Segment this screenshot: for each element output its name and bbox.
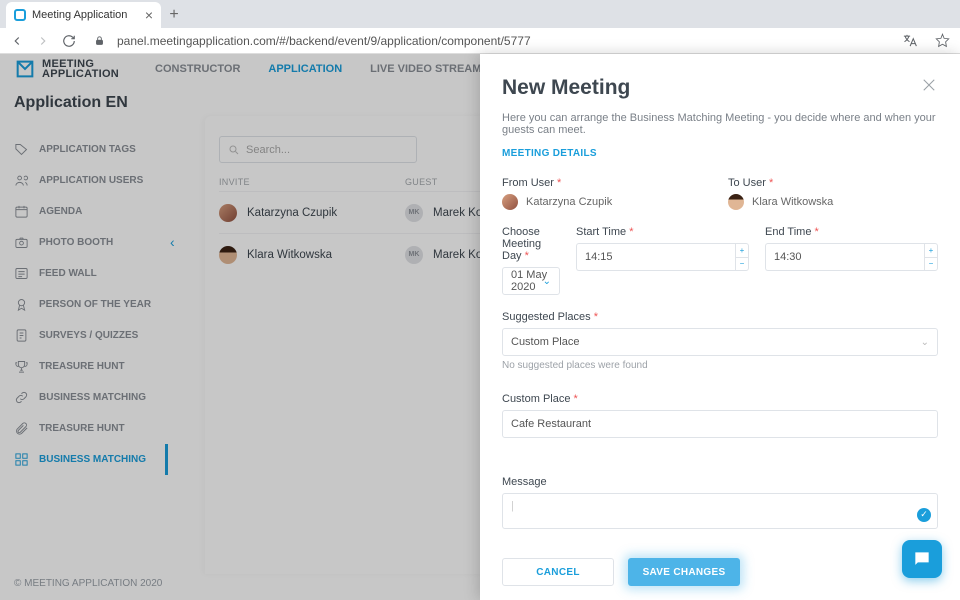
time-down-icon[interactable]: − xyxy=(736,257,748,271)
forward-icon[interactable] xyxy=(36,34,50,48)
from-user-label: From User * xyxy=(502,177,712,189)
end-time-value[interactable] xyxy=(765,243,924,271)
places-select[interactable]: Custom Place ⌄ xyxy=(502,328,938,356)
start-time-input[interactable]: +− xyxy=(576,243,749,271)
time-up-icon[interactable]: + xyxy=(736,244,748,257)
custom-place-value: Cafe Restaurant xyxy=(511,418,591,430)
tab-title: Meeting Application xyxy=(32,9,127,21)
chevron-down-icon: ⌄ xyxy=(543,276,551,287)
places-value: Custom Place xyxy=(511,336,579,348)
drawer-subtitle: Here you can arrange the Business Matchi… xyxy=(502,112,938,136)
star-icon[interactable] xyxy=(935,33,950,48)
lock-icon xyxy=(94,35,105,46)
new-meeting-drawer: New Meeting Here you can arrange the Bus… xyxy=(480,54,960,600)
end-time-label: End Time * xyxy=(765,226,938,238)
to-user-label: To User * xyxy=(728,177,938,189)
time-up-icon[interactable]: + xyxy=(925,244,937,257)
meeting-day-select[interactable]: 01 May 2020⌄ xyxy=(502,267,560,295)
browser-url-bar: panel.meetingapplication.com/#/backend/e… xyxy=(0,28,960,54)
message-value: | xyxy=(511,500,514,512)
back-icon[interactable] xyxy=(10,34,24,48)
meeting-day-label: Choose Meeting Day * xyxy=(502,226,560,262)
chevron-down-icon: ⌄ xyxy=(921,337,929,348)
places-hint: No suggested places were found xyxy=(502,360,938,371)
reload-icon[interactable] xyxy=(62,34,76,48)
avatar xyxy=(728,194,744,210)
to-user-value[interactable]: Klara Witkowska xyxy=(728,194,938,210)
check-icon: ✓ xyxy=(917,508,931,522)
close-icon[interactable] xyxy=(920,76,938,97)
message-label: Message xyxy=(502,476,938,488)
url-text[interactable]: panel.meetingapplication.com/#/backend/e… xyxy=(117,34,884,48)
browser-tab[interactable]: Meeting Application × xyxy=(6,2,161,28)
places-label: Suggested Places * xyxy=(502,311,938,323)
drawer-title: New Meeting xyxy=(502,76,938,100)
tab-close-icon[interactable]: × xyxy=(145,8,153,22)
time-down-icon[interactable]: − xyxy=(925,257,937,271)
custom-place-input[interactable]: Cafe Restaurant xyxy=(502,410,938,438)
translate-icon[interactable] xyxy=(902,33,917,48)
cancel-button[interactable]: CANCEL xyxy=(502,558,614,586)
site-favicon-icon xyxy=(14,9,26,21)
end-time-input[interactable]: +− xyxy=(765,243,938,271)
save-changes-button[interactable]: SAVE CHANGES xyxy=(628,558,740,586)
browser-tabstrip: Meeting Application × + xyxy=(0,0,960,28)
from-user-name: Katarzyna Czupik xyxy=(526,196,612,208)
drawer-actions: CANCEL SAVE CHANGES xyxy=(502,558,938,586)
from-user-value[interactable]: Katarzyna Czupik xyxy=(502,194,712,210)
chat-fab[interactable] xyxy=(902,540,942,578)
start-time-label: Start Time * xyxy=(576,226,749,238)
section-meeting-details: MEETING DETAILS xyxy=(502,148,938,159)
new-tab-button[interactable]: + xyxy=(161,6,187,28)
custom-place-label: Custom Place * xyxy=(502,393,938,405)
chat-icon xyxy=(912,549,932,569)
message-input[interactable]: |✓ xyxy=(502,493,938,529)
to-user-name: Klara Witkowska xyxy=(752,196,833,208)
avatar xyxy=(502,194,518,210)
start-time-value[interactable] xyxy=(576,243,735,271)
